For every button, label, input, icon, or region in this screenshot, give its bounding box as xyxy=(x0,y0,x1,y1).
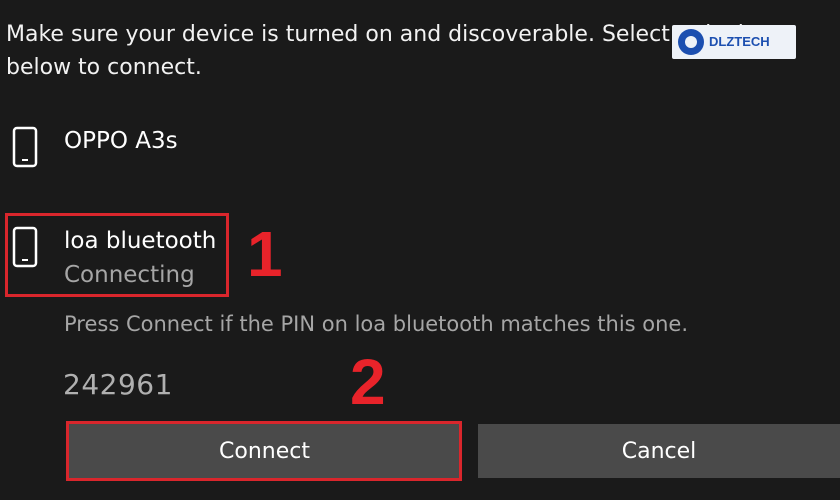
connect-button[interactable]: Connect xyxy=(68,424,461,478)
phone-icon xyxy=(12,226,38,268)
watermark-logo: DLZTECH xyxy=(672,25,796,59)
logo-icon xyxy=(678,29,704,55)
watermark-title: DLZTECH xyxy=(709,34,770,49)
pin-message: Press Connect if the PIN on loa bluetoot… xyxy=(64,312,689,336)
device-name: loa bluetooth xyxy=(64,228,217,254)
step-1-label: 1 xyxy=(247,218,283,290)
device-name: OPPO A3s xyxy=(64,128,178,154)
phone-icon xyxy=(12,126,38,168)
pin-code: 242961 xyxy=(63,368,173,401)
cancel-button[interactable]: Cancel xyxy=(478,424,840,478)
device-item-oppo[interactable]: OPPO A3s xyxy=(0,118,520,188)
step-2-label: 2 xyxy=(350,346,386,418)
device-status: Connecting xyxy=(64,262,195,288)
